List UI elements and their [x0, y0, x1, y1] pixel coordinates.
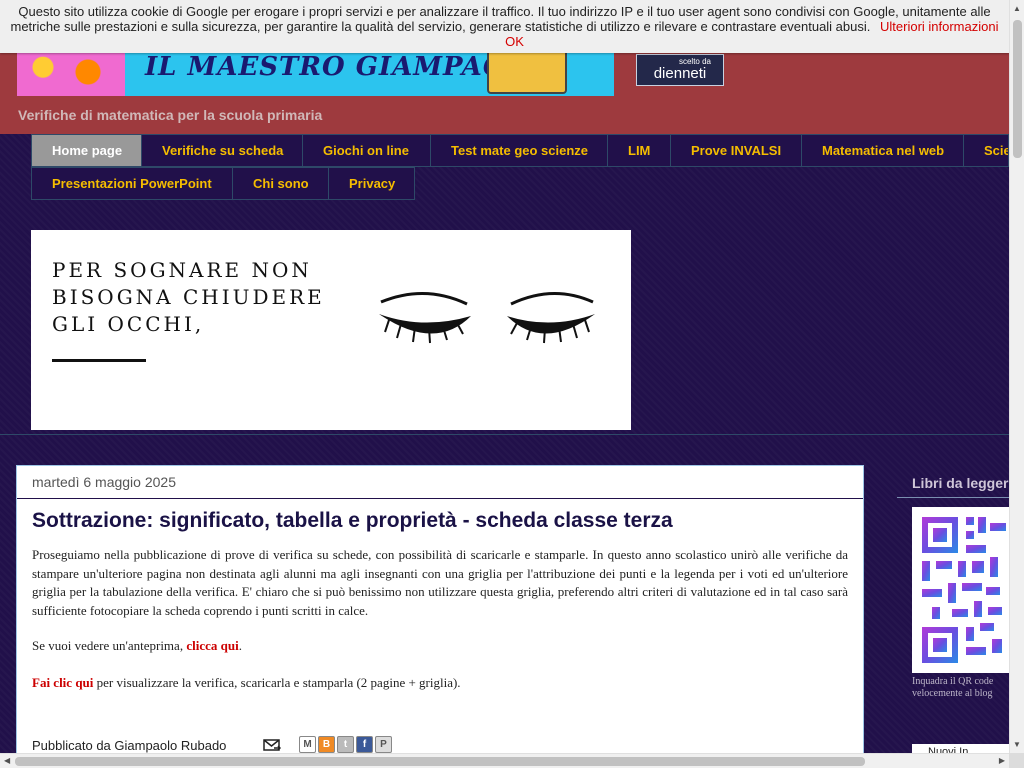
blog-post: martedì 6 maggio 2025 Sottrazione: signi… [16, 465, 864, 755]
hero-quote: PER SOGNARE NON BISOGNA CHIUDERE GLI OCC… [52, 257, 332, 338]
share-toolbar: M B t f P [263, 736, 392, 753]
horizontal-scrollbar[interactable]: ◀ ▶ [0, 753, 1009, 768]
tab-verifiche-su-scheda[interactable]: Verifiche su scheda [141, 134, 303, 167]
horizontal-scroll-thumb[interactable] [15, 757, 865, 766]
tab-privacy[interactable]: Privacy [328, 167, 415, 200]
qr-code-icon [922, 517, 1006, 663]
share-twitter-icon[interactable]: t [337, 736, 354, 753]
blog-tagline: Verifiche di matematica per la scuola pr… [18, 107, 323, 123]
post-date: martedì 6 maggio 2025 [17, 466, 863, 499]
kids-illustration-icon [25, 48, 115, 96]
tab-presentazioni-powerpoint[interactable]: Presentazioni PowerPoint [31, 167, 233, 200]
preview-link[interactable]: clicca qui [186, 638, 238, 653]
tab-scienze[interactable]: Scienze [963, 134, 1009, 167]
hero-line-2: BISOGNA CHIUDERE [52, 285, 325, 309]
download-link[interactable]: Fai clic qui [32, 675, 93, 690]
dienneti-badge[interactable]: scelto da dienneti [636, 54, 724, 86]
qr-caption-line-1: Inquadra il QR code [912, 676, 994, 687]
hero-line-3: GLI OCCHI, [52, 312, 205, 336]
preview-end: . [238, 638, 242, 653]
hero-line-1: PER SOGNARE NON [52, 258, 312, 282]
preview-paragraph: Se vuoi vedere un'anteprima, clicca qui. [32, 637, 848, 656]
tab-test-mate-geo-scienze[interactable]: Test mate geo scienze [430, 134, 608, 167]
scroll-up-icon[interactable]: ▲ [1013, 4, 1021, 13]
qr-code-image[interactable] [912, 507, 1009, 673]
share-email-icon[interactable]: M [299, 736, 316, 753]
scrollbar-corner [1009, 753, 1024, 768]
badge-line2: dienneti [653, 65, 707, 82]
scroll-right-icon[interactable]: ▶ [999, 756, 1005, 765]
post-paragraph: Proseguiamo nella pubblicazione di prove… [32, 547, 848, 618]
tab-home-page[interactable]: Home page [31, 134, 142, 167]
post-title[interactable]: Sottrazione: significato, tabella e prop… [32, 509, 673, 533]
qr-caption: Inquadra il QR code velocemente al blog [912, 676, 1009, 700]
scroll-down-icon[interactable]: ▼ [1013, 740, 1021, 749]
scroll-left-icon[interactable]: ◀ [4, 756, 10, 765]
vertical-scrollbar[interactable]: ▲ ▼ [1009, 0, 1024, 753]
tab-chi-sono[interactable]: Chi sono [232, 167, 329, 200]
post-author: Pubblicato da Giampaolo Rubado [32, 738, 227, 753]
vertical-scroll-thumb[interactable] [1013, 20, 1022, 158]
share-facebook-icon[interactable]: f [356, 736, 373, 753]
qr-caption-line-2: velocemente al blog [912, 688, 993, 699]
sidebar-widget-title: Libri da leggere [897, 466, 1009, 498]
preview-text: Se vuoi vedere un'anteprima, [32, 638, 187, 653]
tab-prove-invalsi[interactable]: Prove INVALSI [670, 134, 802, 167]
more-info-link[interactable]: Ulteriori informazioni [880, 19, 998, 34]
tab-giochi-on-line[interactable]: Giochi on line [302, 134, 431, 167]
main-nav: Home page Verifiche su scheda Giochi on … [31, 134, 1009, 200]
download-paragraph: Fai clic qui per visualizzare la verific… [32, 674, 848, 693]
hero-image[interactable]: PER SOGNARE NON BISOGNA CHIUDERE GLI OCC… [31, 230, 631, 430]
email-post-icon[interactable] [263, 736, 281, 752]
share-blogger-icon[interactable]: B [318, 736, 335, 753]
closed-eyes-icon [379, 292, 595, 344]
computer-illustration-icon [487, 46, 567, 94]
section-divider [0, 434, 1009, 435]
cookie-notice: Questo sito utilizza cookie di Google pe… [0, 0, 1009, 53]
cookie-ok-button[interactable]: OK [505, 34, 524, 49]
hero-divider [52, 359, 146, 362]
tab-matematica-nel-web[interactable]: Matematica nel web [801, 134, 964, 167]
cookie-text: Questo sito utilizza cookie di Google pe… [10, 4, 991, 34]
download-text: per visualizzare la verifica, scaricarla… [93, 675, 461, 690]
tab-lim[interactable]: LIM [607, 134, 671, 167]
share-pinterest-icon[interactable]: P [375, 736, 392, 753]
